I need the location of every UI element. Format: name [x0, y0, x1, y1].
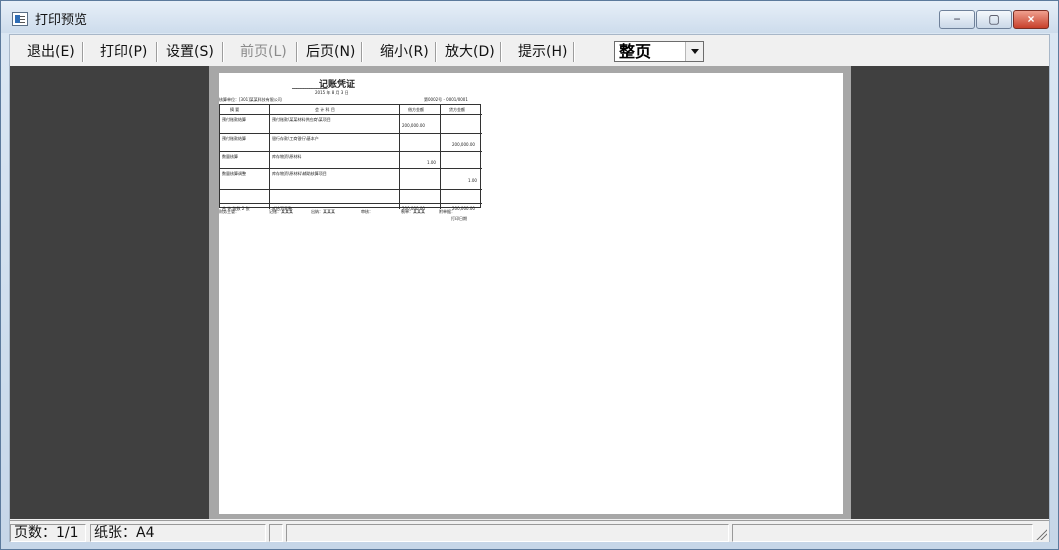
footer-manager: 财务主管： — [219, 209, 239, 214]
table-row-line — [220, 114, 482, 115]
row-4-credit: 1.00 — [468, 178, 477, 183]
table-row-line — [220, 189, 482, 190]
table-header-account: 会 计 科 目 — [315, 107, 335, 112]
table-column-line — [269, 105, 270, 209]
window-title: 打印预览 — [35, 13, 88, 28]
toolbar-separator — [361, 42, 363, 62]
resize-grip-icon[interactable] — [1035, 528, 1047, 540]
footer-cashier: 出纳：某某某 — [311, 209, 335, 214]
accounting-voucher: 记账凭证 ━━━━━━━━━━━━━━━━ 2015 年 8 月 3 日 核算单… — [219, 77, 484, 227]
next-page-button[interactable]: 后页(N) — [306, 42, 355, 62]
table-column-line — [440, 105, 441, 209]
footer-auditor: 审核： — [361, 209, 373, 214]
toolbar-separator — [156, 42, 158, 62]
status-panel-empty — [286, 524, 729, 542]
preview-paper-page: 记账凭证 ━━━━━━━━━━━━━━━━ 2015 年 8 月 3 日 核算单… — [219, 73, 843, 514]
footer-maker: 制单：某某某 — [401, 209, 425, 214]
row-4-summary: 数量核算调整 — [222, 171, 246, 176]
paper-size-status: 纸张：A4 — [90, 524, 266, 542]
status-bar: 页数：1/1 纸张：A4 — [10, 520, 1049, 542]
voucher-date: 2015 年 8 月 3 日 — [315, 90, 349, 95]
zoom-mode-value: 整页 — [619, 42, 652, 61]
preview-client-area: 退出(E) 打印(P) 设置(S) 前页(L) 后页(N) 缩小(R) 放大(D… — [9, 34, 1050, 542]
minimize-button[interactable]: − — [939, 10, 975, 29]
footer-bookkeeper: 记账：某某某 — [269, 209, 293, 214]
row-2-summary: 预付账款结算 — [222, 136, 246, 141]
toolbar-separator — [573, 42, 575, 62]
table-header-summary: 摘 要 — [230, 107, 240, 112]
row-1-debit: 200,000.00 — [402, 123, 425, 128]
toolbar-separator — [500, 42, 502, 62]
maximize-button[interactable]: ▢ — [976, 10, 1012, 29]
toolbar-separator — [296, 42, 298, 62]
row-3-debit: 1.00 — [427, 160, 436, 165]
preview-toolbar: 退出(E) 打印(P) 设置(S) 前页(L) 后页(N) 缩小(R) 放大(D… — [10, 35, 1049, 65]
zoom-in-button[interactable]: 放大(D) — [445, 42, 495, 62]
print-preview-canvas[interactable]: 记账凭证 ━━━━━━━━━━━━━━━━ 2015 年 8 月 3 日 核算单… — [10, 66, 1049, 519]
dropdown-arrow-icon[interactable] — [685, 42, 703, 61]
table-row-line — [220, 168, 482, 169]
exit-button[interactable]: 退出(E) — [27, 42, 75, 62]
hint-button[interactable]: 提示(H) — [518, 42, 567, 62]
settings-button[interactable]: 设置(S) — [166, 42, 214, 62]
zoom-out-button[interactable]: 缩小(R) — [380, 42, 429, 62]
row-3-account: 库存物资\原材料 — [272, 154, 302, 159]
table-row-line — [220, 133, 482, 134]
status-panel-empty — [732, 524, 1033, 542]
total-credit: 200,000.00 — [452, 206, 475, 211]
row-3-summary: 数量核算 — [222, 154, 238, 159]
table-row-line — [220, 203, 482, 204]
table-header-debit: 借方金额 — [408, 107, 424, 112]
previous-page-button: 前页(L) — [240, 44, 287, 60]
row-4-account: 库存物资\原材料\辅助核算项目 — [272, 171, 327, 176]
footer-attachments: 附单据： — [439, 209, 455, 214]
table-header-credit: 贷方金额 — [449, 107, 465, 112]
title-bar[interactable]: 打印预览 − ▢ × — [1, 1, 1058, 33]
row-2-credit: 200,000.00 — [452, 142, 475, 147]
row-2-account: 银行存款\工商银行\基本户 — [272, 136, 319, 141]
print-button[interactable]: 打印(P) — [100, 42, 147, 62]
voucher-organization: 核算单位：[301]某某科技有限公司 — [219, 97, 282, 102]
zoom-mode-select[interactable]: 整页 — [614, 41, 704, 62]
table-column-line — [399, 105, 400, 209]
print-preview-icon — [12, 12, 28, 26]
voucher-number: 第0002号 - 0001/0001 — [424, 97, 468, 102]
voucher-entry-table: 摘 要 会 计 科 目 借方金额 贷方金额 预付账款结算 预付账款\某某材料供应… — [219, 104, 482, 211]
row-1-account: 预付账款\某某材料供应商\某项目 — [272, 117, 331, 122]
row-1-summary: 预付账款结算 — [222, 117, 246, 122]
toolbar-separator — [82, 42, 84, 62]
status-panel-empty — [269, 524, 283, 542]
close-button[interactable]: × — [1013, 10, 1049, 29]
toolbar-separator — [435, 42, 437, 62]
toolbar-separator — [222, 42, 224, 62]
page-count-status: 页数：1/1 — [10, 524, 86, 542]
print-preview-window: 打印预览 − ▢ × 退出(E) 打印(P) 设置(S) 前页(L) 后页(N)… — [0, 0, 1059, 550]
print-date-label: 打印日期 — [451, 216, 467, 221]
table-row-line — [220, 151, 482, 152]
